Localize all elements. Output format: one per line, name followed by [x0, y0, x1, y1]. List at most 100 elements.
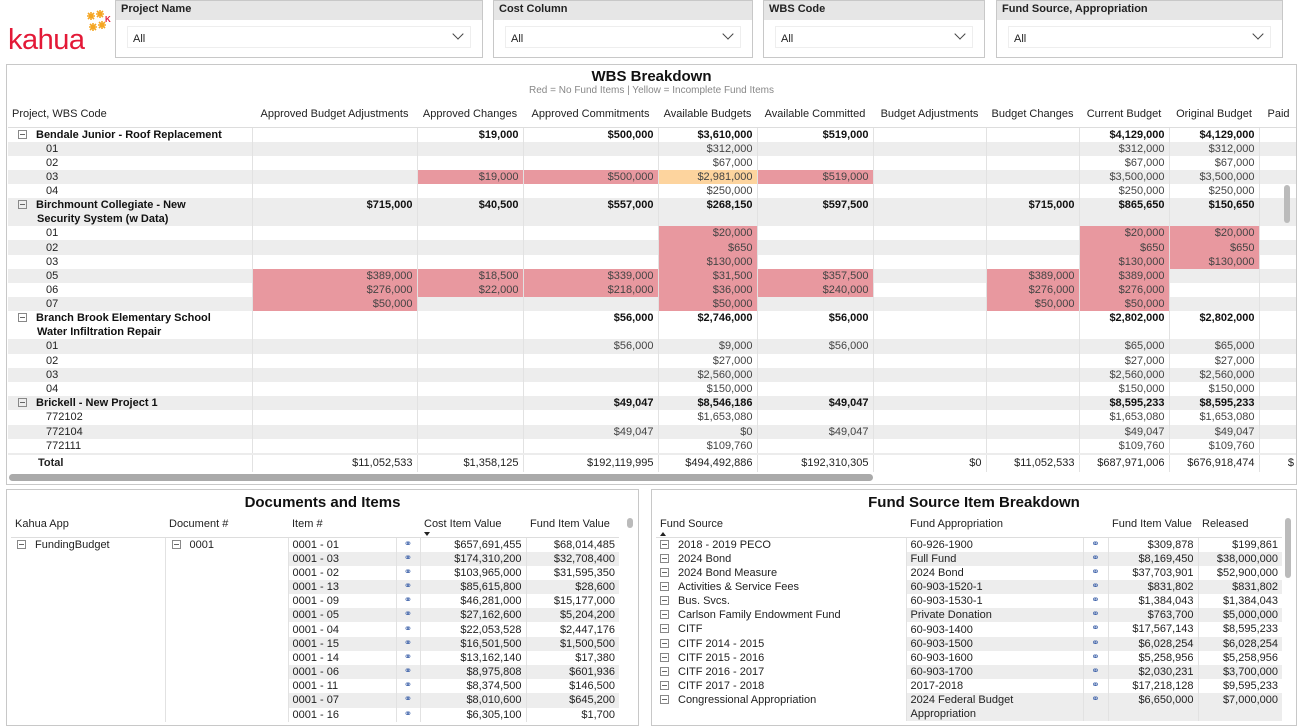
collapse-icon[interactable] — [660, 596, 669, 606]
column-header[interactable]: Item # — [288, 514, 396, 538]
column-header[interactable]: Fund Item Value — [1108, 514, 1198, 538]
link-icon[interactable]: ⚭ — [1082, 537, 1108, 552]
link-icon[interactable]: ⚭ — [1082, 636, 1108, 651]
value-cell — [1258, 127, 1296, 142]
wbs-code-dropdown[interactable]: All — [775, 26, 973, 48]
value-cell — [872, 283, 986, 298]
collapse-icon[interactable] — [660, 610, 669, 620]
collapse-icon[interactable] — [660, 667, 669, 676]
value-cell — [251, 353, 417, 368]
collapse-icon[interactable] — [660, 581, 669, 591]
column-header[interactable]: Cost Item Value — [420, 514, 526, 538]
column-header[interactable]: Kahua App — [11, 514, 165, 538]
column-header[interactable]: Project, WBS Code — [8, 104, 252, 128]
link-icon[interactable]: ⚭ — [1082, 551, 1108, 566]
link-icon[interactable]: ⚭ — [1082, 594, 1108, 609]
link-icon[interactable]: ⚭ — [395, 537, 420, 552]
collapse-icon[interactable] — [660, 638, 669, 648]
value-cell: $49,047 — [522, 424, 658, 439]
column-header[interactable]: Fund Source — [656, 514, 906, 538]
column-header[interactable]: Budget Changes — [986, 104, 1079, 128]
link-icon[interactable]: ⚭ — [1082, 622, 1108, 637]
column-header[interactable]: Approved Commitments — [523, 104, 658, 128]
collapse-icon[interactable] — [660, 553, 669, 563]
link-icon[interactable]: ⚭ — [1082, 693, 1108, 722]
link-icon[interactable]: ⚭ — [1082, 679, 1108, 694]
column-header[interactable] — [1083, 514, 1108, 538]
collapse-icon[interactable] — [18, 398, 27, 408]
link-icon[interactable]: ⚭ — [1082, 579, 1108, 595]
column-header[interactable]: Available Budgets — [658, 104, 757, 128]
column-header[interactable]: Fund Appropriation — [906, 514, 1083, 538]
project-name: Brickell - New Project 1 — [36, 397, 158, 410]
link-icon[interactable]: ⚭ — [395, 707, 420, 722]
column-header[interactable]: Current Budget — [1079, 104, 1169, 128]
column-header[interactable]: Budget Adjustments — [873, 104, 986, 128]
collapse-icon[interactable] — [17, 539, 26, 549]
link-icon[interactable]: ⚭ — [395, 594, 420, 609]
column-header[interactable]: Approved Changes — [417, 104, 523, 128]
collapse-icon[interactable] — [660, 624, 669, 634]
collapse-icon[interactable] — [18, 313, 27, 323]
column-header[interactable]: Paid — [1259, 104, 1296, 128]
column-header[interactable]: Available Committed — [757, 104, 873, 128]
value-cell — [872, 353, 986, 368]
value-cell — [251, 381, 417, 397]
fund-appropriation: 60-903-1530-1 — [905, 594, 1083, 609]
collapse-icon[interactable] — [660, 681, 669, 691]
link-icon[interactable]: ⚭ — [395, 693, 420, 708]
link-icon[interactable]: ⚭ — [395, 665, 420, 680]
fund-source-row: 2024 Bond Measure 2024 Bond ⚭ $37,703,901 $5… — [656, 565, 1282, 580]
vertical-scrollbar[interactable] — [1284, 185, 1290, 223]
column-header[interactable]: Released — [1198, 514, 1282, 538]
fund-source-dropdown[interactable]: All — [1008, 26, 1271, 48]
link-icon[interactable]: ⚭ — [395, 608, 420, 623]
collapse-icon[interactable] — [660, 652, 669, 662]
link-icon[interactable]: ⚭ — [395, 551, 420, 566]
total-cell: $192,119,995 — [522, 452, 658, 472]
link-icon[interactable]: ⚭ — [395, 650, 420, 665]
collapse-icon[interactable] — [660, 695, 669, 705]
row-label-cell: 02 — [46, 354, 59, 367]
header-label: Fund Source — [660, 518, 723, 530]
row-label-cell: 01 — [8, 141, 252, 156]
link-icon[interactable]: ⚭ — [395, 622, 420, 637]
link-icon[interactable]: ⚭ — [1082, 608, 1108, 623]
vertical-scrollbar[interactable] — [627, 518, 633, 528]
column-header[interactable] — [396, 514, 420, 538]
vertical-scrollbar[interactable] — [1285, 518, 1291, 578]
value-cell — [872, 381, 986, 397]
link-icon[interactable]: ⚭ — [395, 565, 420, 580]
fund-source-name: 2024 Bond Measure — [678, 566, 778, 579]
horizontal-scrollbar[interactable] — [9, 474, 873, 481]
fund-source-name: CITF 2015 - 2016 — [678, 651, 765, 664]
item-number: 0001 - 02 — [287, 565, 396, 580]
cost-column-dropdown[interactable]: All — [505, 26, 741, 48]
value-cell: $67,000 — [657, 155, 757, 170]
column-header[interactable]: Fund Item Value — [526, 514, 619, 538]
column-header[interactable]: Document # — [165, 514, 288, 538]
fund-source-row: Congressional Appropriation 2024 Federal … — [656, 693, 1282, 722]
link-icon[interactable]: ⚭ — [1082, 565, 1108, 580]
collapse-icon[interactable] — [660, 539, 669, 549]
link-icon[interactable]: ⚭ — [395, 636, 420, 651]
link-icon[interactable]: ⚭ — [395, 579, 420, 595]
value-cell — [1258, 184, 1296, 199]
slicer-label: WBS Code — [764, 1, 984, 20]
collapse-icon[interactable] — [660, 567, 669, 577]
link-icon[interactable]: ⚭ — [395, 679, 420, 694]
collapse-icon[interactable] — [18, 200, 27, 210]
fund-source-row: CITF 2014 - 2015 60-903-1500 ⚭ $6,028,254 $6… — [656, 636, 1282, 651]
project-name-dropdown[interactable]: All — [127, 26, 471, 48]
value-cell: $50,000 — [1078, 297, 1169, 312]
collapse-icon[interactable] — [18, 129, 27, 139]
link-icon[interactable]: ⚭ — [1082, 665, 1108, 680]
column-header[interactable]: Original Budget — [1169, 104, 1259, 128]
value-cell: $109,760 — [657, 438, 757, 454]
value-cell: $49,047 — [522, 396, 658, 411]
project-row: Brickell - New Project 1 $49,047 $8,546,18… — [8, 396, 1296, 411]
link-icon[interactable]: ⚭ — [1082, 650, 1108, 665]
column-header[interactable]: Approved Budget Adjustments — [252, 104, 417, 128]
panel-title: Fund Source Item Breakdown — [868, 494, 1080, 511]
collapse-icon[interactable] — [171, 539, 181, 549]
